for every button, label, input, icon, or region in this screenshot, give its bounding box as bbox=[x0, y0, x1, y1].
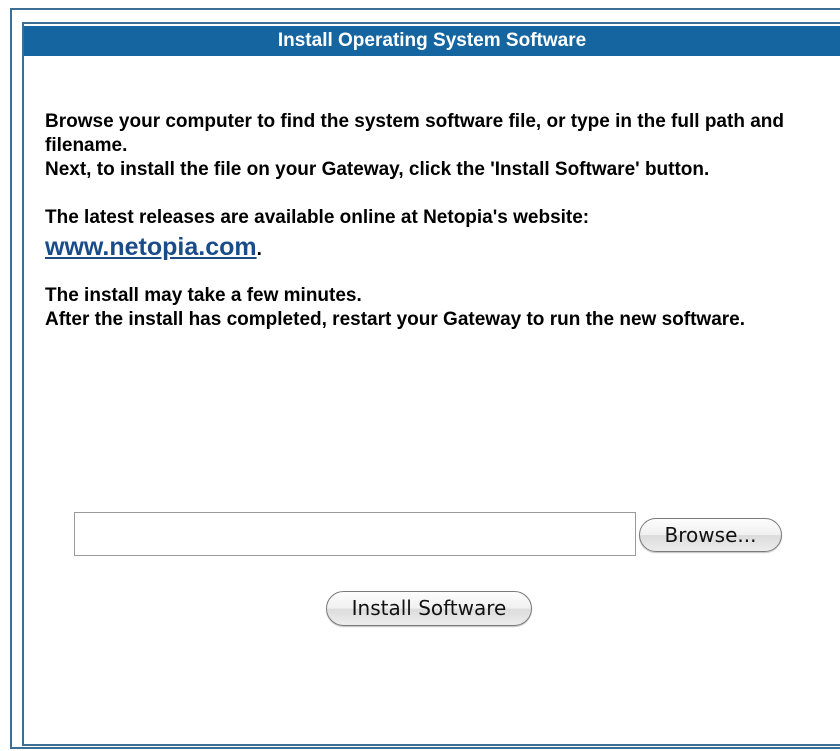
releases-text: The latest releases are available online… bbox=[45, 207, 590, 228]
instruction-browse: Browse your computer to find the system … bbox=[45, 111, 784, 156]
install-duration-note: The install may take a few minutes. bbox=[45, 285, 362, 306]
link-period: . bbox=[256, 239, 262, 260]
restart-note: After the install has completed, restart… bbox=[45, 309, 745, 330]
browse-button[interactable]: Browse... bbox=[639, 518, 782, 552]
install-software-button[interactable]: Install Software bbox=[326, 591, 532, 626]
instruction-install: Next, to install the file on your Gatewa… bbox=[45, 159, 710, 180]
panel-header: Install Operating System Software bbox=[24, 26, 840, 56]
netopia-website-link[interactable]: www.netopia.com bbox=[45, 233, 257, 261]
instructions-block: Browse your computer to find the system … bbox=[45, 110, 815, 332]
file-path-input[interactable] bbox=[74, 512, 636, 556]
panel-title: Install Operating System Software bbox=[277, 30, 587, 51]
